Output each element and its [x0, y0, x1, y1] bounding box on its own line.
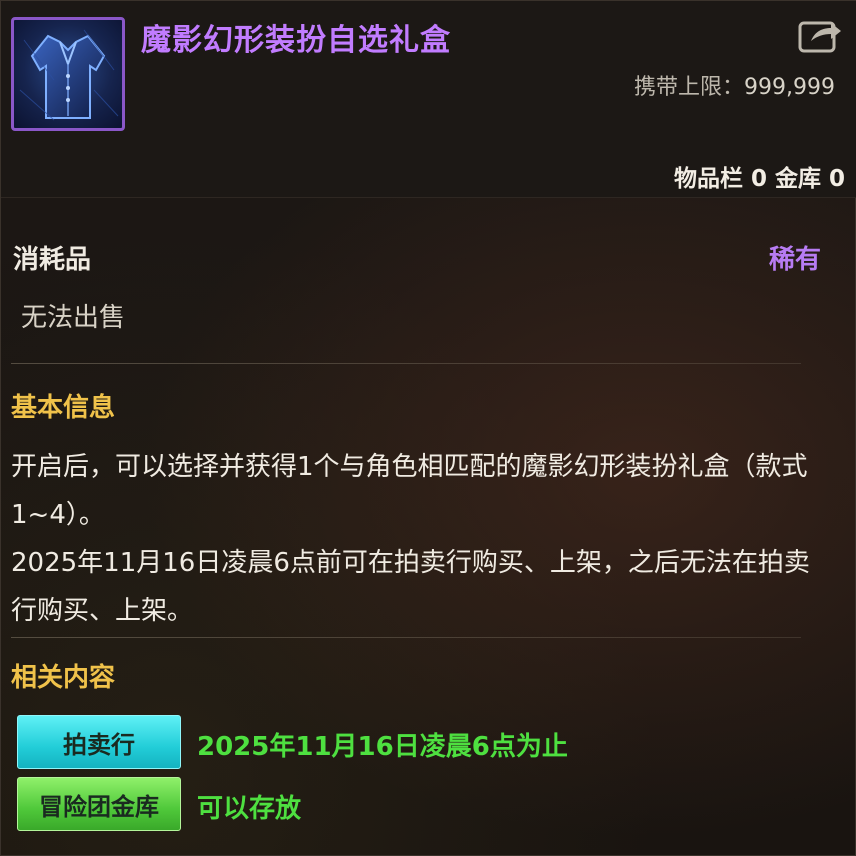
share-icon[interactable] [797, 15, 843, 55]
sell-status: 无法出售 [21, 303, 126, 333]
shirt-icon [11, 17, 125, 131]
carry-limit-value: 999,999 [744, 75, 835, 100]
adventure-vault-button[interactable]: 冒险团金库 [17, 777, 181, 831]
related-title: 相关内容 [11, 663, 116, 693]
tooltip-header: 魔影幻形装扮自选礼盒 携带上限：999,999 物品栏 0 金库 0 [1, 1, 856, 198]
description-line: 开启后，可以选择并获得1个与角色相匹配的魔影幻形装扮礼盒（款式1~4）。 [11, 452, 808, 530]
item-tooltip: 魔影幻形装扮自选礼盒 携带上限：999,999 物品栏 0 金库 0 消耗品 稀… [0, 0, 856, 856]
adventure-vault-info: 可以存放 [197, 794, 302, 824]
item-rarity: 稀有 [768, 245, 821, 275]
auction-house-button[interactable]: 拍卖行 [17, 715, 181, 769]
description-line: 2025年11月16日凌晨6点前可在拍卖行购买、上架，之后无法在拍卖行购买、上架… [11, 548, 810, 626]
basic-info-description: 开启后，可以选择并获得1个与角色相匹配的魔影幻形装扮礼盒（款式1~4）。 202… [11, 443, 831, 635]
divider [11, 637, 801, 638]
auction-house-info: 2025年11月16日凌晨6点为止 [197, 732, 568, 762]
carry-limit-label: 携带上限： [634, 75, 745, 100]
carry-limit: 携带上限：999,999 [634, 69, 835, 101]
storage-count: 物品栏 0 金库 0 [673, 166, 845, 192]
basic-info-title: 基本信息 [11, 393, 116, 423]
item-category: 消耗品 [13, 245, 92, 275]
divider [11, 363, 801, 364]
item-name: 魔影幻形装扮自选礼盒 [141, 23, 451, 58]
